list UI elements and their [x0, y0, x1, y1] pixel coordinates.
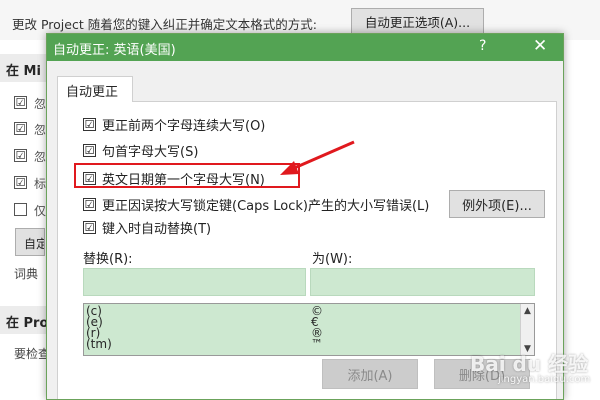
- tab-autocorrect[interactable]: 自动更正: [57, 76, 133, 102]
- baidu-watermark: Bai du 经验: [470, 352, 589, 376]
- annotation-arrow-head: [280, 161, 299, 175]
- annotation-arrow: [280, 140, 355, 175]
- annotation-arrow-line: [291, 140, 355, 171]
- baidu-watermark-url: jingyan.baidu.com: [498, 374, 591, 385]
